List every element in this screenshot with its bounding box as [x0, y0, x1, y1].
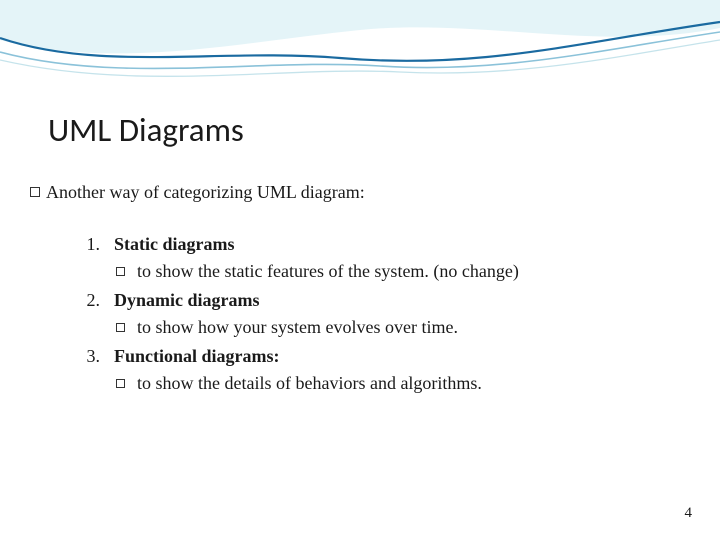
slide: UML Diagrams Another way of categorizing… [0, 0, 720, 540]
item-number: 1. [78, 231, 100, 258]
square-bullet-icon [30, 187, 40, 197]
list-item: 1. Static diagrams to show the static fea… [78, 231, 680, 285]
slide-content: Another way of categorizing UML diagram:… [30, 182, 680, 399]
page-number: 4 [685, 505, 693, 522]
slide-title: UML Diagrams [48, 110, 244, 150]
list-item: 3. Functional diagrams: to show the detai… [78, 343, 680, 397]
wave-decoration [0, 0, 720, 110]
item-heading-line: 1. Static diagrams [78, 231, 680, 258]
item-number: 2. [78, 287, 100, 314]
item-description: to show the details of behaviors and alg… [137, 373, 482, 393]
item-heading: Functional diagrams: [114, 346, 280, 366]
item-description-line: to show the details of behaviors and alg… [78, 370, 680, 397]
item-heading: Static diagrams [114, 234, 235, 254]
item-description-line: to show how your system evolves over tim… [78, 314, 680, 341]
item-heading: Dynamic diagrams [114, 290, 260, 310]
item-heading-line: 3. Functional diagrams: [78, 343, 680, 370]
square-bullet-icon [116, 323, 125, 332]
list-item: 2. Dynamic diagrams to show how your syst… [78, 287, 680, 341]
item-description: to show how your system evolves over tim… [137, 317, 458, 337]
item-description: to show the static features of the syste… [137, 261, 519, 281]
item-heading-line: 2. Dynamic diagrams [78, 287, 680, 314]
item-description-line: to show the static features of the syste… [78, 258, 680, 285]
intro-text: Another way of categorizing UML diagram: [46, 182, 365, 202]
intro-line: Another way of categorizing UML diagram: [30, 182, 680, 203]
square-bullet-icon [116, 267, 125, 276]
item-number: 3. [78, 343, 100, 370]
numbered-list: 1. Static diagrams to show the static fea… [30, 231, 680, 397]
square-bullet-icon [116, 379, 125, 388]
